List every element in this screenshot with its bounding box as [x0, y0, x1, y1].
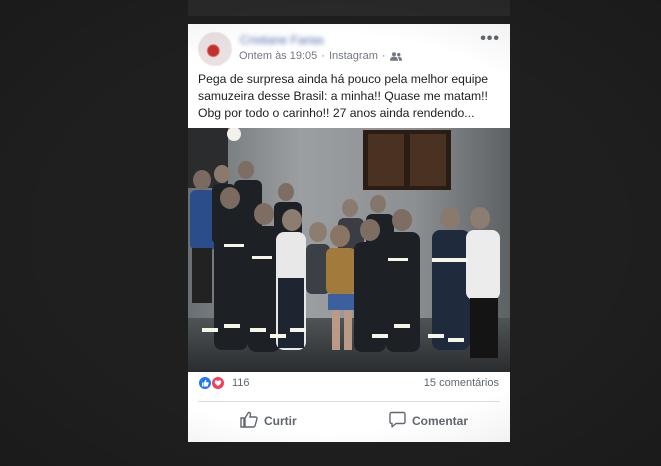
- post-meta: Ontem às 19:05 · Instagram ·: [239, 50, 402, 62]
- post-text-line: samuzeira desse Brasil: a minha!! Quase …: [198, 89, 488, 103]
- meta-separator-2: ·: [381, 50, 386, 62]
- top-strip: [188, 0, 510, 16]
- post-text-line: Obg por todo o carinho!! 27 anos ainda r…: [198, 106, 475, 120]
- group-photo-image: [188, 128, 510, 372]
- post-timestamp[interactable]: Ontem às 19:05: [239, 50, 317, 62]
- comment-button[interactable]: Comentar: [389, 410, 468, 432]
- like-reaction-icon: [198, 376, 212, 390]
- more-options-button[interactable]: •••: [480, 30, 500, 48]
- post-source: Instagram: [328, 50, 378, 62]
- meta-separator: ·: [321, 50, 325, 62]
- post-text: Pega de surpresa ainda há pouco pela mel…: [198, 71, 503, 122]
- reactions-count: 116: [232, 377, 250, 389]
- reactions-summary[interactable]: 116: [198, 376, 250, 390]
- comments-count[interactable]: 15 comentários: [424, 377, 499, 389]
- author-name[interactable]: Cristiane Farias: [240, 33, 324, 47]
- post-text-line: Pega de surpresa ainda há pouco pela mel…: [198, 72, 489, 86]
- love-reaction-icon: [211, 376, 225, 390]
- actions-divider: [198, 401, 500, 402]
- comment-bubble-icon: [389, 411, 406, 431]
- friends-icon[interactable]: [389, 51, 402, 61]
- thumbs-up-icon: [240, 411, 258, 431]
- post-photo[interactable]: [188, 128, 510, 372]
- like-label: Curtir: [264, 414, 297, 428]
- comment-label: Comentar: [412, 414, 469, 428]
- like-button[interactable]: Curtir: [240, 410, 297, 432]
- facebook-post-card: Cristiane Farias Ontem às 19:05 · Instag…: [188, 24, 510, 442]
- author-avatar[interactable]: [198, 32, 232, 66]
